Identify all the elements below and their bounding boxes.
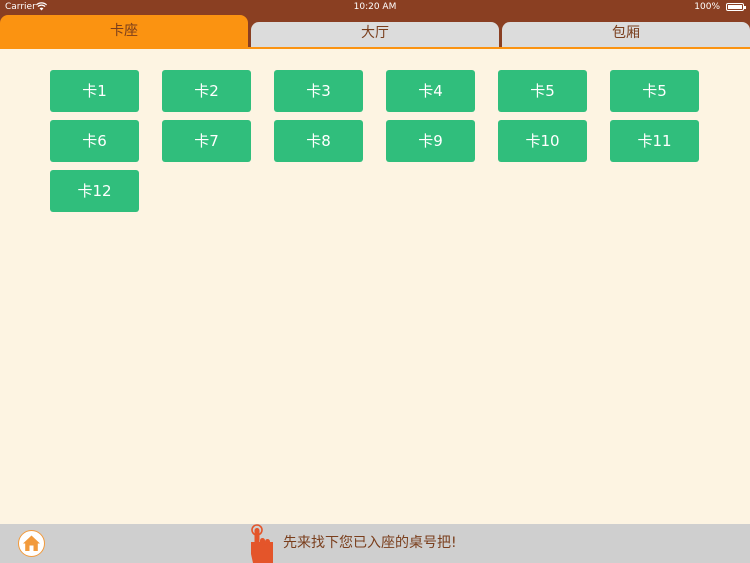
pointing-hand-icon: [251, 524, 273, 563]
seat-button[interactable]: 卡5: [498, 70, 587, 112]
tab-booth-label: 卡座: [110, 23, 138, 39]
hint-text: 先来找下您已入座的桌号把!: [283, 535, 457, 551]
seat-button[interactable]: 卡3: [274, 70, 363, 112]
clock: 10:20 AM: [353, 2, 397, 12]
battery-percent: 100%: [694, 2, 720, 12]
seat-button[interactable]: 卡9: [386, 120, 475, 162]
status-bar: Carrier 10:20 AM 100%: [0, 0, 750, 15]
seat-button[interactable]: 卡2: [162, 70, 251, 112]
home-button[interactable]: [18, 530, 45, 557]
tab-private-room-label: 包厢: [612, 25, 640, 41]
tab-hall[interactable]: 大厅: [251, 22, 499, 48]
seat-button[interactable]: 卡7: [162, 120, 251, 162]
seat-button[interactable]: 卡4: [386, 70, 475, 112]
tab-underline: [0, 47, 750, 49]
home-icon: [23, 535, 40, 551]
seat-button[interactable]: 卡11: [610, 120, 699, 162]
seat-button[interactable]: 卡8: [274, 120, 363, 162]
seat-button[interactable]: 卡12: [50, 170, 139, 212]
bottom-bar: 先来找下您已入座的桌号把!: [0, 524, 750, 563]
tab-private-room[interactable]: 包厢: [502, 22, 750, 48]
battery-icon: [726, 3, 746, 11]
tab-bar: 卡座 大厅 包厢: [0, 15, 750, 48]
seat-button[interactable]: 卡10: [498, 120, 587, 162]
seat-button[interactable]: 卡6: [50, 120, 139, 162]
tab-booth[interactable]: 卡座: [0, 15, 248, 48]
seat-button[interactable]: 卡1: [50, 70, 139, 112]
seat-button[interactable]: 卡5: [610, 70, 699, 112]
tab-hall-label: 大厅: [361, 25, 389, 41]
